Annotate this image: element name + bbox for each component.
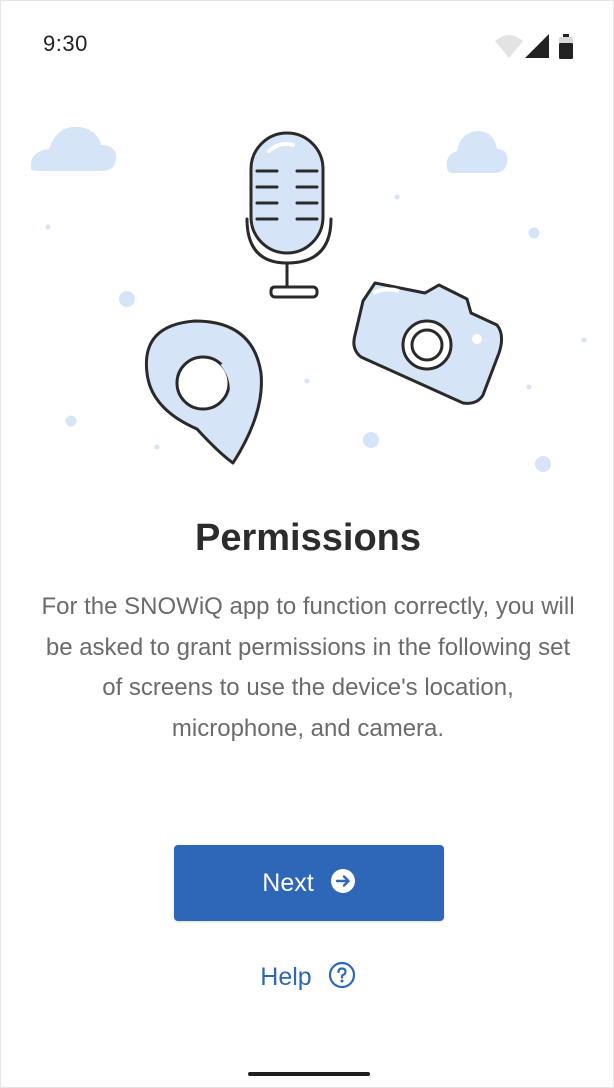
battery-icon (559, 34, 573, 59)
home-indicator[interactable] (248, 1072, 370, 1076)
cloud-icon (446, 131, 508, 173)
help-label: Help (260, 962, 312, 991)
page-title: Permissions (195, 517, 421, 559)
wifi-icon (495, 35, 523, 58)
next-button-label: Next (262, 868, 314, 897)
permissions-illustration (1, 111, 614, 491)
status-bar: 9:30 (1, 1, 614, 87)
help-circle-icon (328, 961, 356, 994)
camera-icon (352, 281, 504, 405)
help-link[interactable]: Help (1, 957, 614, 997)
location-pin-icon (144, 319, 263, 465)
arrow-right-circle-icon (330, 868, 356, 899)
microphone-icon (245, 131, 333, 299)
status-time: 9:30 (43, 31, 88, 56)
cellular-signal-icon (525, 34, 549, 58)
next-button[interactable]: Next (174, 845, 444, 921)
status-icons (493, 31, 583, 61)
app-screen: 9:30 Permissions For the SNOWiQ app to f… (0, 0, 614, 1088)
permissions-description: For the SNOWiQ app to function correctly… (41, 593, 575, 742)
cloud-icon (30, 126, 117, 171)
